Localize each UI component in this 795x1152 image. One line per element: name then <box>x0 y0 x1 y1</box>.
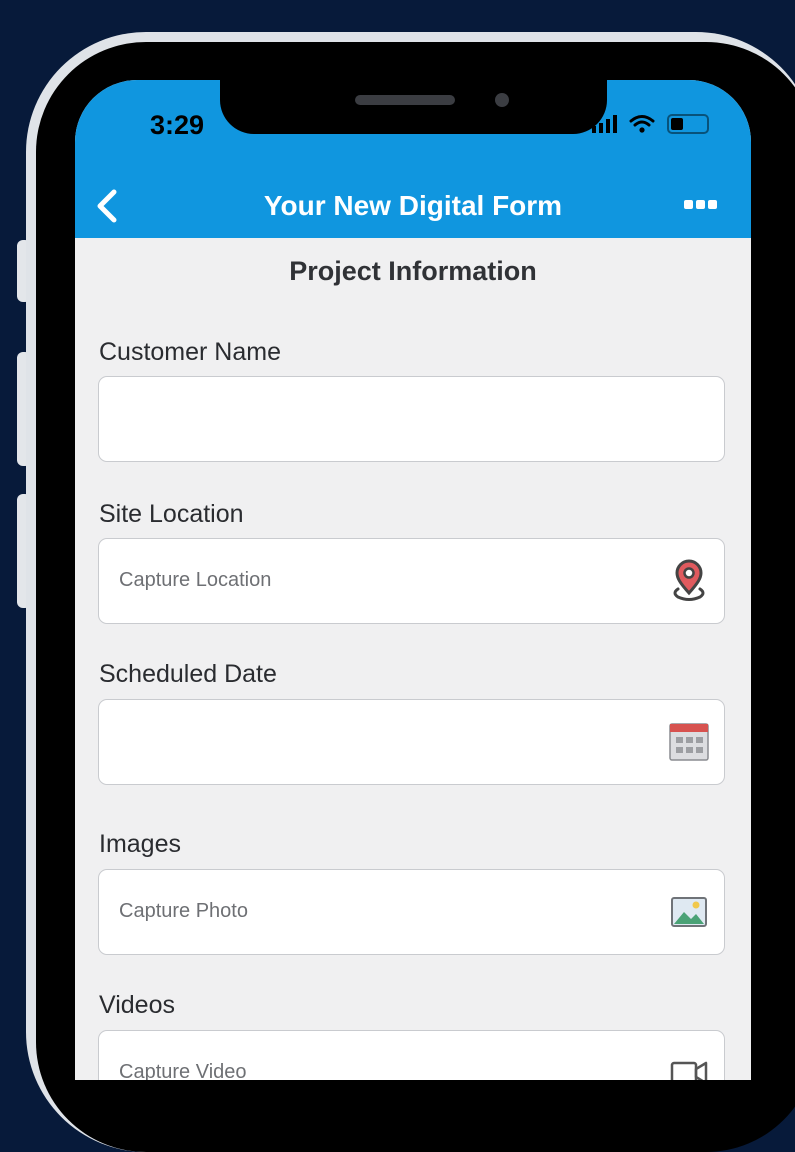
video-camera-icon[interactable] <box>668 1051 710 1080</box>
status-time: 3:29 <box>150 110 205 140</box>
scheduled-date-field[interactable] <box>98 699 725 785</box>
image-icon[interactable] <box>668 890 710 934</box>
images-label: Images <box>99 830 181 858</box>
customer-name-label: Customer Name <box>99 338 281 366</box>
battery-icon <box>667 114 709 134</box>
front-camera <box>495 93 509 107</box>
phone-notch <box>220 80 607 134</box>
more-horizontal-icon[interactable] <box>684 200 717 209</box>
section-title: Project Information <box>289 256 537 286</box>
site-location-placeholder: Capture Location <box>119 569 272 591</box>
videos-label: Videos <box>99 991 175 1019</box>
nav-title: Your New Digital Form <box>263 190 563 221</box>
videos-field[interactable]: Capture Video <box>98 1030 725 1080</box>
location-pin-icon[interactable] <box>668 559 710 603</box>
videos-placeholder: Capture Video <box>119 1061 247 1080</box>
wifi-icon <box>629 115 655 133</box>
images-field[interactable]: Capture Photo <box>98 869 725 955</box>
phone-screen: 3:29 Your New Digital Form Project Infor… <box>75 80 751 1080</box>
nav-bar: Your New Digital Form <box>75 172 751 238</box>
scheduled-date-label: Scheduled Date <box>99 660 277 688</box>
images-placeholder: Capture Photo <box>119 900 248 922</box>
site-location-label: Site Location <box>99 500 244 528</box>
customer-name-field[interactable] <box>98 376 725 462</box>
calendar-icon[interactable] <box>668 720 710 764</box>
site-location-field[interactable]: Capture Location <box>98 538 725 624</box>
speaker-grille <box>355 95 455 105</box>
status-icons <box>592 114 709 134</box>
